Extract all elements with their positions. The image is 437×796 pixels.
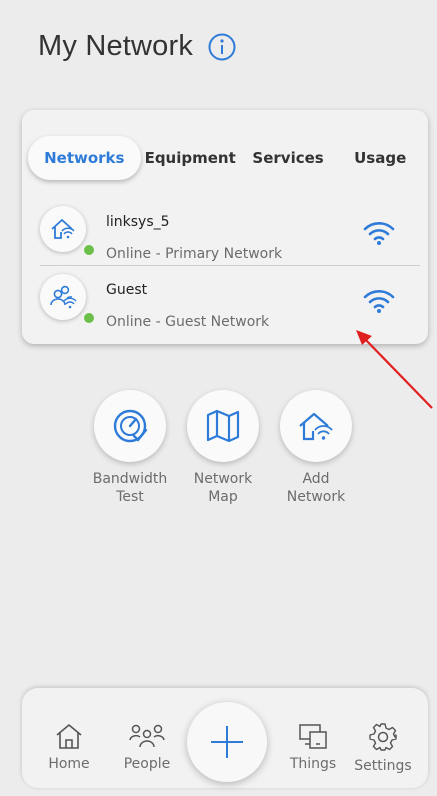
tab-networks[interactable]: Networks xyxy=(28,136,141,180)
nav-home[interactable]: Home xyxy=(34,722,104,772)
nav-things[interactable]: Things xyxy=(278,722,348,772)
devices-icon xyxy=(299,724,327,749)
wifi-icon xyxy=(363,222,395,245)
tab-equipment[interactable]: Equipment xyxy=(145,136,236,180)
action-label: Network Map xyxy=(193,471,253,505)
bottom-nav: Home People Things Settings xyxy=(22,688,428,788)
nav-settings[interactable]: Settings xyxy=(348,722,418,774)
network-status: Online - Guest Network xyxy=(106,314,270,330)
action-label: Add Network xyxy=(286,471,346,505)
page-header: My Network xyxy=(38,30,237,63)
gear-icon xyxy=(369,723,397,751)
add-network-button[interactable]: Add Network xyxy=(266,390,366,506)
home-wifi-icon xyxy=(280,390,352,462)
nav-label: Home xyxy=(48,756,90,772)
map-icon xyxy=(187,390,259,462)
bandwidth-test-button[interactable]: Bandwidth Test xyxy=(80,390,180,506)
tab-usage[interactable]: Usage xyxy=(342,136,418,180)
row-divider xyxy=(40,265,420,266)
nav-label: People xyxy=(123,756,171,772)
network-row-guest[interactable]: Guest Online - Guest Network xyxy=(22,268,428,340)
network-status: Online - Primary Network xyxy=(106,246,283,262)
tab-bar: Networks Equipment Services Usage xyxy=(28,136,418,180)
nav-people[interactable]: People xyxy=(112,722,182,772)
nav-label: Things xyxy=(289,756,337,772)
add-button[interactable] xyxy=(187,702,267,782)
home-icon xyxy=(56,724,82,749)
wifi-icon xyxy=(363,290,395,313)
network-row-primary[interactable]: linksys_5 Online - Primary Network xyxy=(22,200,428,272)
network-name: linksys_5 xyxy=(106,214,170,230)
network-map-button[interactable]: Network Map xyxy=(173,390,273,506)
plus-icon xyxy=(211,726,243,758)
tab-services[interactable]: Services xyxy=(244,136,333,180)
action-label: Bandwidth Test xyxy=(92,471,168,505)
page-title: My Network xyxy=(38,30,194,62)
nav-label: Settings xyxy=(354,758,412,774)
info-icon[interactable] xyxy=(207,32,237,62)
networks-card: Networks Equipment Services Usage linksy… xyxy=(22,110,428,344)
people-icon xyxy=(129,724,165,748)
speedometer-icon xyxy=(94,390,166,462)
network-name: Guest xyxy=(106,282,148,298)
online-status-dot xyxy=(82,243,96,257)
home-wifi-icon xyxy=(40,206,86,252)
online-status-dot xyxy=(82,311,96,325)
guest-users-icon xyxy=(40,274,86,320)
